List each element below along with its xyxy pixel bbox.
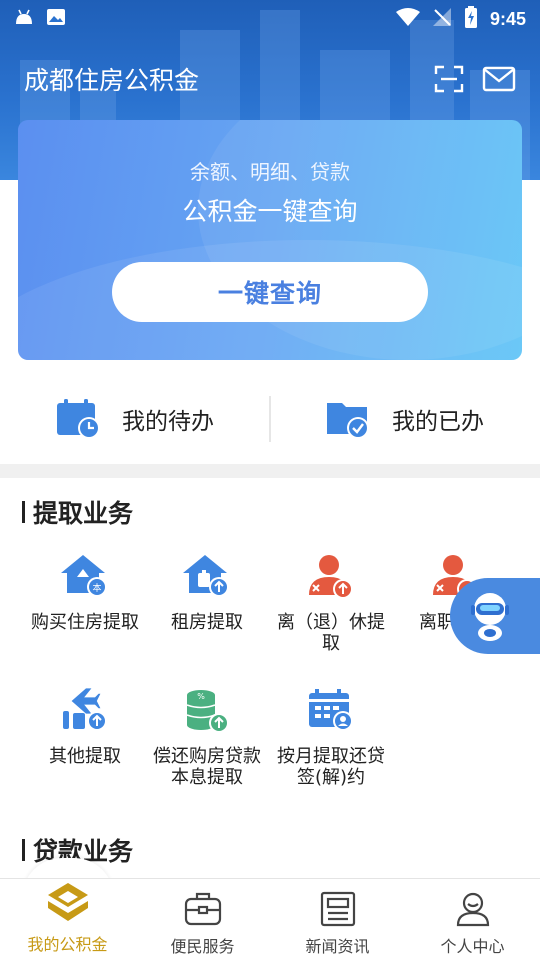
nav-personal[interactable]: 个人中心 (405, 879, 540, 960)
monthly-calendar-icon (305, 684, 357, 736)
svg-text:%: % (197, 692, 205, 701)
nav-label: 新闻资讯 (305, 937, 370, 956)
robot-icon (471, 593, 509, 641)
user-icon (456, 892, 489, 927)
other-withdraw-icon (59, 684, 111, 736)
image-icon (46, 7, 66, 31)
scan-button[interactable] (432, 62, 466, 96)
android-icon (14, 8, 34, 30)
my-pending-button[interactable]: 我的待办 (0, 390, 270, 448)
query-card-title: 公积金一键查询 (182, 197, 358, 226)
one-click-query-button[interactable]: 一键查询 (112, 262, 428, 322)
toolbox-icon (184, 892, 221, 926)
mail-icon (482, 66, 516, 92)
house-buy-icon: 本 (59, 550, 111, 602)
nav-label: 我的公积金 (27, 935, 108, 954)
todo-divider (269, 396, 271, 442)
query-card: 余额、明细、贷款 公积金一键查询 一键查询 (18, 120, 522, 360)
withdraw-section-label: 提取业务 (33, 499, 134, 528)
withdraw-item-label: 偿还购房贷款本息提取 (153, 746, 261, 788)
fund-logo-icon (47, 883, 88, 921)
assistant-robot-button[interactable] (450, 578, 540, 654)
app-title: 成都住房公积金 (24, 66, 200, 95)
news-icon (320, 891, 355, 927)
svg-text:本: 本 (92, 582, 101, 594)
withdraw-section-title: 提取业务 (22, 494, 133, 530)
withdraw-item-label: 其他提取 (49, 746, 121, 767)
app-bar: 成都住房公积金 (0, 56, 540, 102)
todo-row: 我的待办 我的已办 (0, 390, 540, 448)
my-pending-label: 我的待办 (122, 409, 214, 435)
wifi-icon (395, 8, 420, 30)
status-time: 9:45 (489, 8, 526, 29)
nav-news[interactable]: 新闻资讯 (270, 879, 405, 960)
withdraw-item-label: 按月提取还贷签(解)约 (277, 746, 385, 788)
withdraw-item-buy-house[interactable]: 本 购买住房提取 (18, 550, 152, 633)
withdraw-item-label: 离（退）休提取 (277, 612, 385, 654)
nav-my-fund[interactable]: 我的公积金 (0, 879, 135, 960)
status-bar: 9:45 (0, 0, 540, 38)
retire-icon (305, 550, 357, 602)
withdraw-item-label: 租房提取 (171, 612, 243, 633)
nav-label: 个人中心 (440, 937, 505, 956)
nav-label: 便民服务 (170, 937, 235, 956)
my-done-label: 我的已办 (392, 409, 484, 435)
section-separator (0, 464, 540, 478)
withdraw-item-label: 购买住房提取 (31, 612, 139, 633)
battery-icon (464, 6, 478, 32)
house-rent-icon (181, 550, 233, 602)
folder-check-icon (327, 403, 369, 439)
my-done-button[interactable]: 我的已办 (270, 390, 540, 448)
withdraw-item-monthly[interactable]: 按月提取还贷签(解)约 (264, 684, 398, 788)
nav-convenience[interactable]: 便民服务 (135, 879, 270, 960)
scan-icon (434, 65, 464, 93)
query-card-subtitle: 余额、明细、贷款 (190, 160, 350, 184)
bottom-nav: 我的公积金 便民服务 新闻资讯 个人中心 (0, 878, 540, 960)
loan-repay-icon: % (181, 684, 233, 736)
withdraw-item-loan-repay[interactable]: % 偿还购房贷款本息提取 (140, 684, 274, 788)
message-button[interactable] (482, 62, 516, 96)
calendar-clock-icon (57, 399, 100, 439)
signal-icon (432, 7, 452, 31)
withdraw-item-retire[interactable]: 离（退）休提取 (264, 550, 398, 654)
withdraw-item-rent[interactable]: 租房提取 (140, 550, 274, 633)
withdraw-item-other[interactable]: 其他提取 (18, 684, 152, 767)
